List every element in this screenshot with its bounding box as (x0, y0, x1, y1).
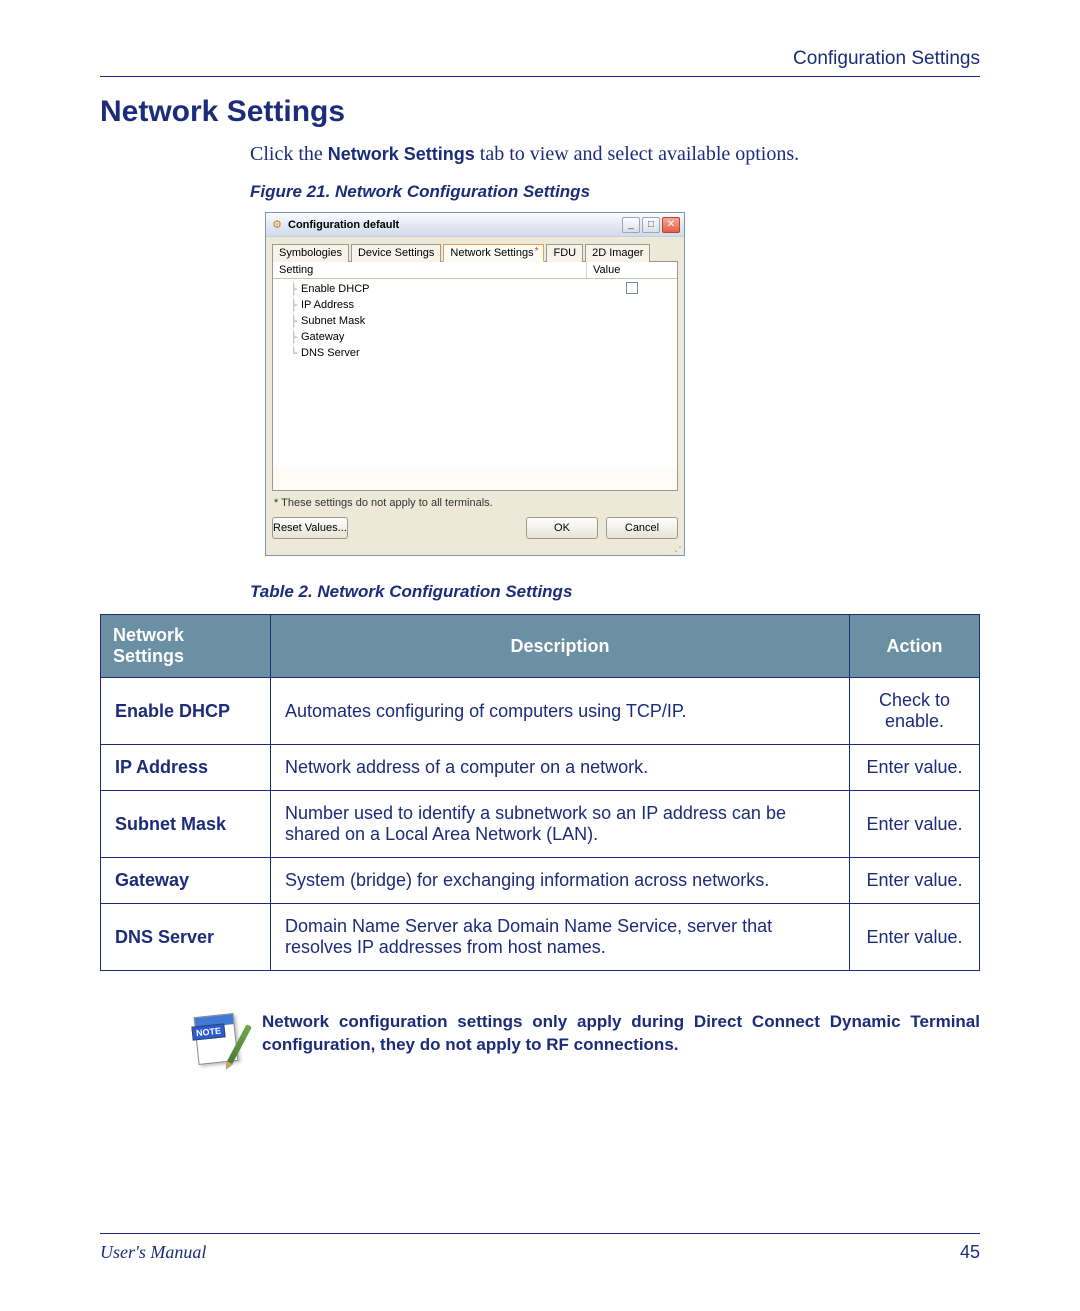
tree-branch-icon: ├ (273, 331, 299, 344)
column-setting: Setting (273, 262, 587, 278)
tree-branch-icon: ├ (273, 315, 299, 328)
minimize-button[interactable]: _ (622, 217, 640, 233)
th-description: Description (271, 615, 850, 678)
tree-row[interactable]: ├ Gateway (273, 329, 677, 345)
section-title: Network Settings (100, 95, 980, 129)
config-dialog: ⚙ Configuration default _ □ ✕ Symbologie… (265, 212, 685, 556)
dialog-title: Configuration default (288, 219, 622, 231)
dialog-body: Symbologies Device Settings Network Sett… (266, 237, 684, 547)
tab-device-settings[interactable]: Device Settings (351, 244, 441, 262)
th-network-settings: Network Settings (101, 615, 271, 678)
row-desc: Number used to identify a subnetwork so … (271, 791, 850, 858)
row-desc: Network address of a computer on a netwo… (271, 745, 850, 791)
close-button[interactable]: ✕ (662, 217, 680, 233)
table-row: IP Address Network address of a computer… (101, 745, 980, 791)
row-name: Gateway (101, 858, 271, 904)
checkbox-icon[interactable] (626, 282, 638, 294)
tree-branch-icon: └ (273, 347, 299, 360)
maximize-button[interactable]: □ (642, 217, 660, 233)
column-value: Value (587, 262, 677, 278)
row-name: Enable DHCP (101, 678, 271, 745)
tab-pane: Setting Value ├ Enable DHCP ├ IP Address (272, 261, 678, 491)
tab-network-settings[interactable]: Network Settings (443, 244, 544, 262)
ok-button[interactable]: OK (526, 517, 598, 539)
window-controls: _ □ ✕ (622, 217, 680, 233)
row-action: Enter value. (850, 791, 980, 858)
row-name: DNS Server (101, 904, 271, 971)
tree-row[interactable]: ├ IP Address (273, 297, 677, 313)
tree-row[interactable]: └ DNS Server (273, 345, 677, 361)
tree-label: Gateway (299, 331, 587, 343)
dialog-titlebar: ⚙ Configuration default _ □ ✕ (266, 213, 684, 237)
table-row: Subnet Mask Number used to identify a su… (101, 791, 980, 858)
tree-label: IP Address (299, 299, 587, 311)
row-desc: Automates configuring of computers using… (271, 678, 850, 745)
breadcrumb: Configuration Settings (793, 48, 980, 69)
tree-label: Subnet Mask (299, 315, 587, 327)
figure-caption: Figure 21. Network Configuration Setting… (250, 182, 980, 202)
note-block: NOTE Network configuration settings only… (190, 1011, 980, 1067)
dialog-buttons: Reset Values... OK Cancel (272, 517, 678, 539)
row-action: Enter value. (850, 904, 980, 971)
note-icon: NOTE (190, 1011, 244, 1067)
tree-value[interactable] (587, 282, 677, 297)
tree-branch-icon: ├ (273, 283, 299, 296)
intro-text: Click the Network Settings tab to view a… (250, 143, 980, 166)
footer-manual: User's Manual (100, 1242, 206, 1263)
row-name: Subnet Mask (101, 791, 271, 858)
table-row: DNS Server Domain Name Server aka Domain… (101, 904, 980, 971)
reset-values-button[interactable]: Reset Values... (272, 517, 348, 539)
intro-suffix: tab to view and select available options… (475, 143, 799, 165)
table-row: Gateway System (bridge) for exchanging i… (101, 858, 980, 904)
tab-2d-imager[interactable]: 2D Imager (585, 244, 650, 262)
tree-body: ├ Enable DHCP ├ IP Address ├ Subnet Mask (273, 279, 677, 469)
tree-row[interactable]: ├ Subnet Mask (273, 313, 677, 329)
intro-prefix: Click the (250, 143, 328, 165)
row-action: Enter value. (850, 858, 980, 904)
note-text: Network configuration settings only appl… (262, 1011, 980, 1057)
table-row: Enable DHCP Automates configuring of com… (101, 678, 980, 745)
resize-grip-icon[interactable]: ⋰ (266, 547, 684, 555)
tree-label: Enable DHCP (299, 283, 587, 295)
row-desc: System (bridge) for exchanging informati… (271, 858, 850, 904)
dialog-tabs: Symbologies Device Settings Network Sett… (272, 243, 678, 261)
dialog-screenshot: ⚙ Configuration default _ □ ✕ Symbologie… (265, 212, 980, 556)
tree-header: Setting Value (273, 262, 677, 279)
page-header: Configuration Settings (100, 48, 980, 77)
dialog-footnote: * These settings do not apply to all ter… (274, 497, 676, 509)
tree-label: DNS Server (299, 347, 587, 359)
tab-fdu[interactable]: FDU (546, 244, 583, 262)
footer-page-number: 45 (960, 1242, 980, 1263)
cancel-button[interactable]: Cancel (606, 517, 678, 539)
intro-bold: Network Settings (328, 144, 475, 164)
row-name: IP Address (101, 745, 271, 791)
th-action: Action (850, 615, 980, 678)
page-footer: User's Manual 45 (100, 1233, 980, 1263)
row-desc: Domain Name Server aka Domain Name Servi… (271, 904, 850, 971)
table-caption: Table 2. Network Configuration Settings (250, 582, 980, 602)
settings-table: Network Settings Description Action Enab… (100, 614, 980, 971)
tab-symbologies[interactable]: Symbologies (272, 244, 349, 262)
row-action: Check to enable. (850, 678, 980, 745)
tree-row[interactable]: ├ Enable DHCP (273, 281, 677, 297)
row-action: Enter value. (850, 745, 980, 791)
tree-branch-icon: ├ (273, 299, 299, 312)
gear-icon: ⚙ (270, 218, 284, 232)
